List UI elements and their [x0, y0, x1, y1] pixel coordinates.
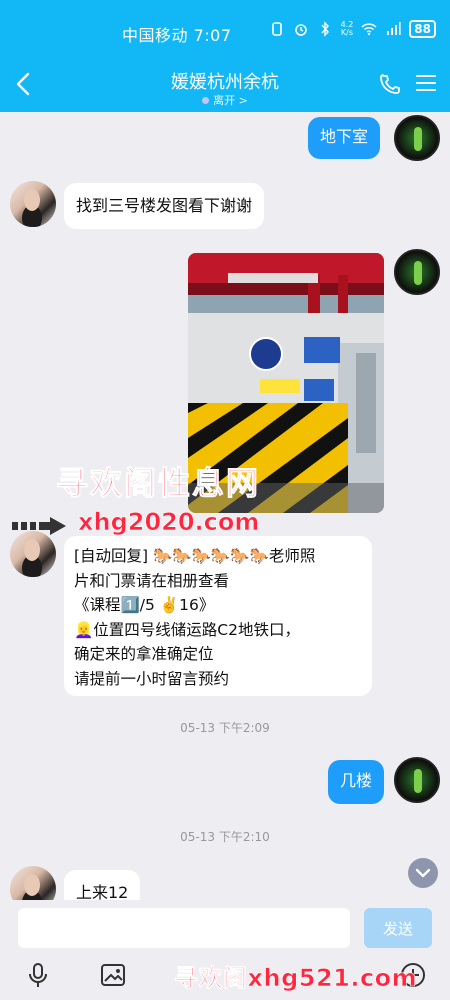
watermark-bottom: 寻欢阁xhg521.com [174, 964, 418, 993]
message-line: 👱‍♀️位置四号线储运路C2地铁口， [74, 620, 300, 639]
message-bubble-in[interactable]: 找到三号楼发图看下谢谢 [64, 183, 265, 229]
menu-icon[interactable] [416, 74, 436, 92]
net-speed: 4.2 K/s [340, 20, 354, 37]
watermark-url: xhg2020.com [78, 508, 260, 537]
phone-icon[interactable] [378, 72, 402, 96]
self-avatar[interactable] [394, 115, 440, 161]
message-line: 请提前一小时留言预约 [74, 669, 230, 688]
message-line: 《课程1️⃣/5 ✌️16》 [74, 596, 215, 614]
message-line: 片和门票请在相册查看 [74, 571, 230, 590]
scroll-to-bottom-button[interactable] [408, 858, 438, 888]
battery-indicator: 88 [409, 20, 436, 38]
status-dot-icon [202, 97, 210, 104]
microphone-icon[interactable] [25, 962, 51, 988]
carrier-time: 中国移动 7:07 [122, 26, 232, 45]
wifi-icon [361, 23, 377, 36]
signal-icon [387, 22, 401, 35]
message-bubble-in[interactable]: [自动回复] 🐎🐎🐎🐎🐎🐎老师照 片和门票请在相册查看 《课程1️⃣/5 ✌️1… [64, 536, 372, 696]
self-avatar[interactable] [394, 757, 440, 803]
bluetooth-icon [321, 21, 329, 37]
timestamp: 05-13 下午2:10 [180, 830, 270, 844]
contact-avatar[interactable] [10, 181, 56, 227]
timestamp: 05-13 下午2:09 [180, 721, 270, 735]
message-input[interactable] [18, 908, 350, 948]
vibrate-icon [271, 22, 282, 36]
message-bubble-out[interactable]: 几楼 [328, 760, 385, 804]
message-bubble-out[interactable]: 地下室 [308, 117, 381, 159]
send-button[interactable]: 发送 [364, 908, 432, 948]
self-avatar[interactable] [394, 249, 440, 295]
chat-header: 媛媛杭州余杭 离开 > [0, 60, 450, 112]
message-line: 确定来的拿准确定位 [74, 645, 214, 663]
chevron-down-icon [415, 868, 431, 878]
image-icon[interactable] [100, 962, 126, 988]
status-bar: 中国移动 7:07 4.2 K/s 88 [0, 0, 450, 60]
status-icons: 4.2 K/s 88 [269, 20, 436, 38]
alarm-icon [294, 24, 307, 36]
message-line: [自动回复] 🐎🐎🐎🐎🐎🐎老师照 [74, 547, 316, 565]
contact-avatar[interactable] [10, 531, 56, 577]
watermark-text: 寻欢阁性息网 [55, 464, 261, 503]
